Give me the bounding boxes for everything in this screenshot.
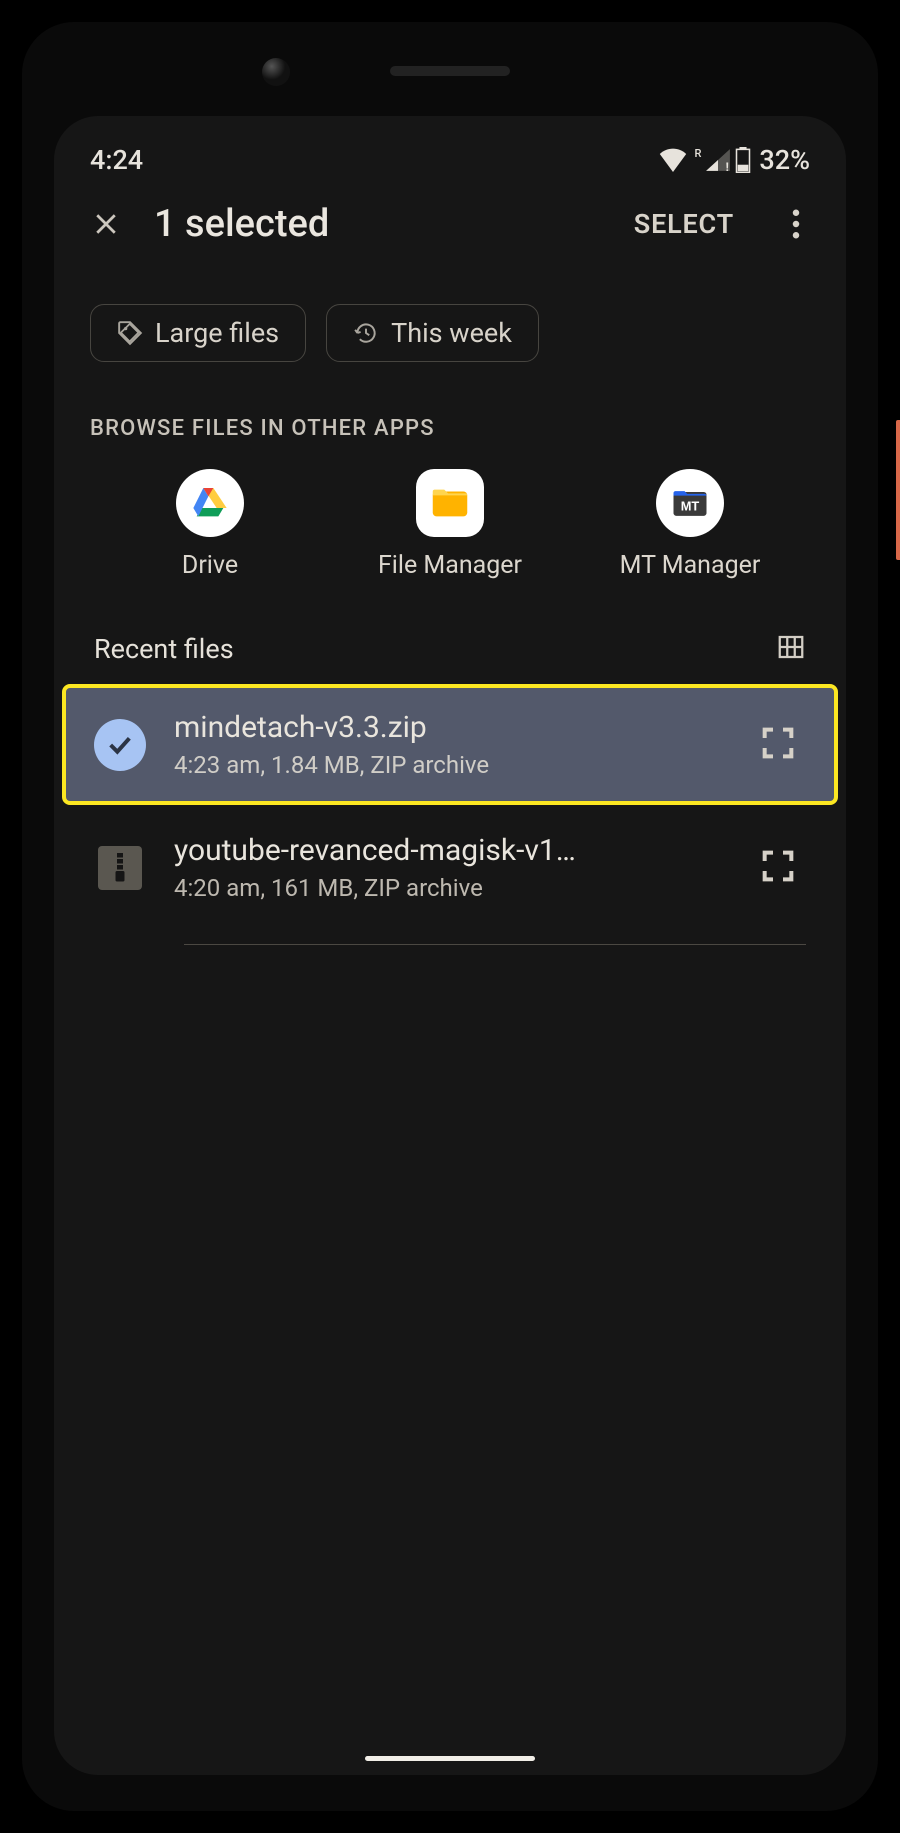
- roaming-indicator: R: [694, 147, 701, 160]
- app-mt-manager[interactable]: MT MT Manager: [570, 469, 810, 580]
- home-indicator[interactable]: [365, 1756, 535, 1761]
- chip-large-files[interactable]: Large files: [90, 304, 306, 362]
- grid-view-button[interactable]: [776, 632, 806, 666]
- mt-manager-icon: MT: [656, 469, 724, 537]
- divider: [184, 944, 806, 945]
- expand-button[interactable]: [758, 723, 806, 767]
- file-meta: 4:23 am, 1.84 MB, ZIP archive: [174, 751, 730, 779]
- drive-icon: [176, 469, 244, 537]
- tag-icon: [117, 320, 143, 346]
- wifi-icon: [658, 148, 688, 172]
- app-label: Drive: [182, 551, 238, 580]
- app-file-manager[interactable]: File Manager: [330, 469, 570, 580]
- status-time: 4:24: [90, 144, 143, 176]
- selected-check-icon: [94, 719, 146, 771]
- battery-icon: [735, 147, 751, 173]
- file-name: youtube-revanced-magisk-v1…: [174, 833, 730, 868]
- close-button[interactable]: [82, 200, 130, 248]
- app-drive[interactable]: Drive: [90, 469, 330, 580]
- app-bar: 1 selected SELECT: [54, 178, 846, 270]
- recent-header: Recent files: [54, 588, 846, 680]
- app-label: File Manager: [378, 551, 522, 580]
- expand-button[interactable]: [758, 846, 806, 890]
- front-camera: [262, 58, 290, 86]
- chip-label: This week: [391, 317, 512, 349]
- file-row[interactable]: youtube-revanced-magisk-v1… 4:20 am, 161…: [64, 809, 836, 926]
- file-row-selected[interactable]: mindetach-v3.3.zip 4:23 am, 1.84 MB, ZIP…: [64, 686, 836, 803]
- chip-label: Large files: [155, 317, 279, 349]
- zip-file-icon: [94, 842, 146, 894]
- overflow-menu-button[interactable]: [774, 200, 818, 248]
- file-meta: 4:20 am, 161 MB, ZIP archive: [174, 874, 730, 902]
- browse-section-label: BROWSE FILES IN OTHER APPS: [54, 380, 846, 441]
- recent-title: Recent files: [94, 633, 234, 665]
- svg-text:MT: MT: [681, 498, 700, 513]
- apps-row: Drive File Manager MT MT Manager: [54, 441, 846, 588]
- battery-percent: 32%: [759, 144, 810, 176]
- selection-title: 1 selected: [154, 202, 610, 246]
- select-button[interactable]: SELECT: [634, 208, 750, 240]
- app-label: MT Manager: [620, 551, 761, 580]
- svg-text:!: !: [726, 160, 729, 172]
- chip-this-week[interactable]: This week: [326, 304, 539, 362]
- file-name: mindetach-v3.3.zip: [174, 710, 730, 745]
- phone-speaker: [390, 66, 510, 76]
- filter-chips: Large files This week: [54, 270, 846, 380]
- file-manager-icon: [416, 469, 484, 537]
- phone-side-button: [896, 420, 900, 560]
- history-icon: [353, 320, 379, 346]
- status-bar: 4:24 R ! 32%: [54, 116, 846, 178]
- signal-icon: !: [705, 148, 731, 172]
